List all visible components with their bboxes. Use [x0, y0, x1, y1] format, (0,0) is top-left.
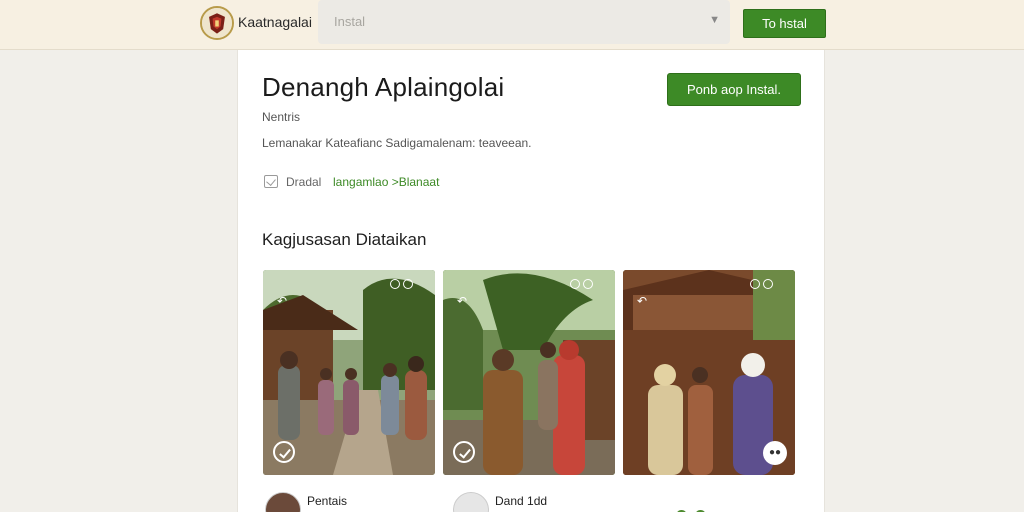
app-brand: Kaatnagalai	[238, 14, 312, 30]
app-tagline: Lemanakar Kateafianc Sadigamalenam: teav…	[262, 136, 532, 150]
back-arrow-icon[interactable]: ↶	[457, 294, 471, 308]
check-circle-icon[interactable]	[273, 441, 295, 463]
info-link[interactable]: langamlao >Blanaat	[333, 175, 439, 189]
install-button[interactable]: Ponb aop Instal.	[667, 73, 801, 106]
screenshots-title: Kagjusasan Diataikan	[262, 230, 427, 249]
back-arrow-icon[interactable]: ↶	[277, 294, 291, 308]
reviewer-name: Dand 1dd	[495, 494, 548, 508]
logo-icon[interactable]	[200, 6, 234, 40]
screenshot-1[interactable]: ↶	[263, 270, 435, 475]
status-icons	[747, 276, 787, 289]
avatar	[265, 492, 301, 512]
reviewer-name: Pentais	[307, 494, 348, 508]
search-placeholder: Instal	[334, 14, 366, 29]
header-install-button[interactable]: To hstal	[743, 9, 826, 38]
app-detail-card: Denangh Aplaingolai Nentris Lemanakar Ka…	[237, 50, 825, 512]
check-circle-icon[interactable]	[453, 441, 475, 463]
developer-name[interactable]: Nentris	[262, 110, 300, 124]
back-arrow-icon[interactable]: ↶	[637, 294, 651, 308]
reviewer-1[interactable]: Pentais	[265, 492, 415, 512]
avatar	[453, 492, 489, 512]
screenshot-2[interactable]: ↶	[443, 270, 615, 475]
search-input[interactable]: Instal ▼	[318, 0, 730, 44]
status-icons	[567, 276, 607, 289]
reviewer-2[interactable]: Dand 1dd	[453, 492, 603, 512]
screenshot-3[interactable]: ↶ ●●	[623, 270, 795, 475]
checkbox-icon[interactable]	[264, 175, 278, 188]
chevron-down-icon[interactable]: ▼	[709, 14, 720, 26]
rating-dots	[676, 508, 714, 512]
more-icon[interactable]: ●●	[763, 441, 787, 465]
info-text: Dradal	[286, 175, 322, 189]
top-bar: Kaatnagalai Instal ▼ To hstal	[0, 0, 1024, 50]
page-title: Denangh Aplaingolai	[262, 72, 505, 102]
status-icons	[387, 276, 427, 289]
